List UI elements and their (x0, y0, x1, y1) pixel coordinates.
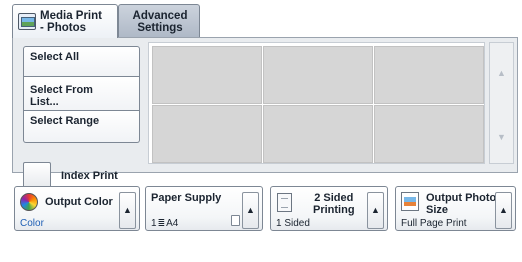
two-sided-title-line2: Printing (313, 204, 355, 216)
output-photo-size-title-line1: Output Photo (426, 192, 497, 204)
tab-label-line1: Media Print (40, 10, 102, 22)
select-range-button[interactable]: Select Range (23, 111, 140, 143)
thumbnail-cell[interactable] (152, 46, 262, 104)
arrow-up-icon[interactable]: ▲ (367, 192, 384, 229)
select-all-label: Select All (30, 51, 80, 63)
thumbnail-grid (148, 42, 485, 164)
arrow-up-icon[interactable]: ▲ (495, 192, 512, 229)
paper-supply-button[interactable]: Paper Supply 1≣A4 ▲ (145, 186, 263, 231)
tray-number: 1 (151, 218, 157, 229)
selection-panel: Select All Select From List... Select Ra… (12, 37, 518, 190)
tab-label: Advanced Settings (119, 10, 201, 34)
two-sided-value: 1 Sided (276, 218, 310, 229)
document-icon (277, 193, 292, 212)
select-all-button[interactable]: Select All (23, 46, 140, 77)
arrow-up-icon[interactable]: ▲ (119, 192, 136, 229)
select-from-list-label-line1: Select From (30, 84, 93, 96)
paper-size: A4 (166, 218, 179, 229)
output-color-value: Color (20, 218, 44, 229)
two-sided-title-line1: 2 Sided (314, 192, 354, 204)
tab-label-line2: Settings (137, 22, 183, 34)
arrow-up-icon[interactable]: ▲ (242, 192, 259, 229)
arrow-down-icon[interactable]: ▼ (490, 129, 513, 145)
output-photo-size-value: Full Page Print (401, 218, 467, 229)
thumbnail-scrollbar[interactable]: ▲ ▼ (489, 42, 514, 164)
output-color-button[interactable]: Output Color Color ▲ (14, 186, 140, 231)
index-print-label: Index Print (61, 170, 118, 182)
tray-icon: ≣ (157, 218, 166, 228)
tab-media-print-photos[interactable]: Media Print - Photos (12, 4, 118, 38)
thumbnail-cell[interactable] (152, 105, 262, 163)
thumbnail-cell[interactable] (374, 105, 484, 163)
paper-supply-value: 1≣A4 (151, 218, 178, 229)
thumbnail-cell[interactable] (263, 105, 373, 163)
tab-advanced-settings[interactable]: Advanced Settings (118, 4, 200, 38)
select-from-list-button[interactable]: Select From List... (23, 77, 140, 111)
two-sided-title: 2 Sided Printing (313, 193, 355, 216)
output-color-title: Output Color (45, 196, 113, 208)
select-from-list-label-line2: List... (30, 96, 59, 108)
thumbnail-cell[interactable] (374, 46, 484, 104)
media-print-screen: Media Print - Photos Advanced Settings S… (0, 0, 522, 262)
two-sided-printing-button[interactable]: 2 Sided Printing 1 Sided ▲ (270, 186, 388, 231)
photo-print-icon (18, 13, 36, 30)
output-photo-size-button[interactable]: Output Photo Size Full Page Print ▲ (395, 186, 516, 231)
output-photo-size-title: Output Photo Size (426, 193, 496, 216)
tab-label-line2: - Photos (40, 22, 86, 34)
output-photo-size-title-line2: Size (426, 204, 449, 216)
tab-label: Media Print - Photos (40, 10, 116, 34)
photo-size-icon (401, 192, 419, 211)
thumbnail-cell[interactable] (263, 46, 373, 104)
select-range-label: Select Range (30, 115, 100, 127)
tab-bar: Media Print - Photos Advanced Settings (4, 4, 518, 38)
tab-label-line1: Advanced (132, 10, 188, 22)
color-wheel-icon (20, 193, 38, 211)
arrow-up-icon[interactable]: ▲ (490, 65, 513, 81)
paper-check-icon (231, 215, 240, 226)
paper-supply-title: Paper Supply (151, 192, 222, 204)
